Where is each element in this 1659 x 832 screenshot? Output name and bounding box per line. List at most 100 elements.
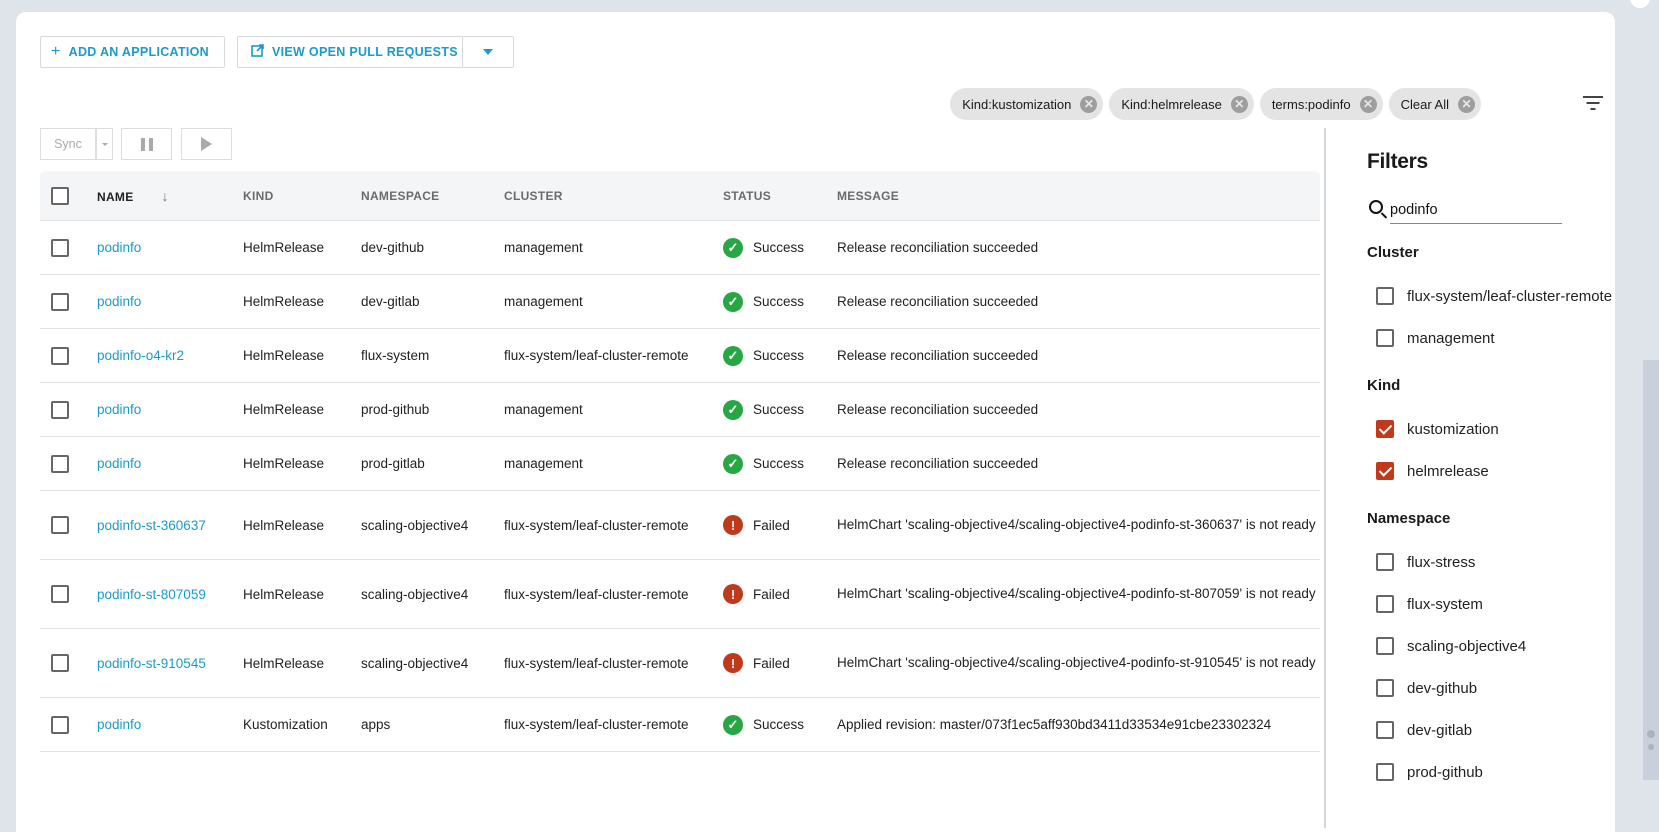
row-name-link[interactable]: podinfo-st-360637 [97, 518, 243, 533]
failed-alert-icon: ! [723, 653, 743, 673]
row-checkbox[interactable] [51, 346, 69, 365]
remove-chip-icon[interactable]: ✕ [1230, 95, 1248, 113]
filter-checkbox[interactable] [1376, 721, 1394, 739]
column-header-cluster[interactable]: CLUSTER [504, 189, 723, 203]
add-application-label: ADD AN APPLICATION [68, 45, 210, 59]
edge-dot [1647, 730, 1655, 738]
search-icon [1369, 200, 1383, 214]
table-row: podinfo HelmRelease dev-gitlab managemen… [40, 275, 1320, 329]
column-header-message[interactable]: MESSAGE [837, 186, 1317, 206]
remove-chip-icon[interactable]: ✕ [1458, 95, 1475, 113]
row-checkbox[interactable] [51, 238, 69, 257]
row-cluster: flux-system/leaf-cluster-remote [504, 586, 689, 602]
view-open-pull-requests-button[interactable]: VIEW OPEN PULL REQUESTS [237, 36, 463, 68]
row-name-link[interactable]: podinfo-st-910545 [97, 656, 243, 671]
filter-search-input[interactable] [1390, 196, 1562, 224]
filter-chip[interactable]: Kind:helmrelease ✕ [1109, 88, 1254, 120]
filter-checkbox[interactable] [1376, 553, 1394, 571]
remove-chip-icon[interactable]: ✕ [1359, 95, 1377, 113]
filter-option[interactable]: prod-github [1367, 751, 1612, 793]
sync-dropdown-button[interactable] [96, 128, 113, 160]
table-row: podinfo-st-910545 HelmRelease scaling-ob… [40, 629, 1320, 698]
filter-checkbox[interactable] [1376, 763, 1394, 781]
sort-arrow-down-icon[interactable]: ↓ [162, 188, 169, 204]
row-checkbox[interactable] [51, 654, 69, 672]
applications-table: NAME ↓ KIND NAMESPACE CLUSTER STATUS MESS… [40, 171, 1320, 752]
filter-checkbox[interactable] [1376, 595, 1394, 613]
row-checkbox[interactable] [51, 715, 69, 734]
table-header: NAME ↓ KIND NAMESPACE CLUSTER STATUS MESS… [40, 171, 1320, 221]
select-all-checkbox[interactable] [51, 186, 69, 205]
filter-checkbox[interactable] [1376, 679, 1394, 697]
column-header-status[interactable]: STATUS [723, 189, 837, 203]
row-status: ✓ Success [723, 237, 837, 258]
column-header-namespace[interactable]: NAMESPACE [361, 189, 504, 203]
resume-button[interactable] [181, 128, 232, 160]
filter-option[interactable]: scaling-objective4 [1367, 625, 1612, 667]
row-name-link[interactable]: podinfo [97, 456, 243, 471]
row-message: Release reconciliation succeeded [837, 347, 1039, 363]
chip-label: Kind:helmrelease [1121, 96, 1222, 112]
row-namespace: scaling-objective4 [361, 517, 469, 533]
row-checkbox[interactable] [51, 454, 69, 473]
filter-option[interactable]: dev-github [1367, 667, 1612, 709]
success-check-icon: ✓ [723, 453, 743, 474]
row-namespace: scaling-objective4 [361, 586, 469, 602]
filter-option-label: dev-github [1407, 679, 1478, 697]
play-icon [201, 137, 212, 151]
filter-checkbox[interactable] [1376, 637, 1394, 655]
filter-option[interactable]: kustomization [1367, 408, 1612, 450]
remove-chip-icon[interactable]: ✕ [1080, 95, 1098, 113]
filter-icon[interactable] [1582, 94, 1604, 114]
filter-option[interactable]: flux-stress [1367, 541, 1612, 583]
row-message: HelmChart 'scaling-objective4/scaling-ob… [837, 586, 1316, 601]
row-cluster: management [504, 456, 583, 471]
plus-icon: + [51, 43, 61, 60]
filter-checkbox[interactable] [1376, 329, 1394, 347]
row-name-link[interactable]: podinfo [97, 240, 243, 255]
clear-all-chip[interactable]: Clear All ✕ [1388, 88, 1481, 120]
row-name-link[interactable]: podinfo-o4-kr2 [97, 348, 243, 363]
filter-checkbox[interactable] [1376, 420, 1394, 438]
row-kind: HelmRelease [243, 456, 325, 471]
filter-search [1367, 196, 1564, 226]
row-name-link[interactable]: podinfo [97, 294, 243, 309]
filter-section-title-cluster: Cluster [1367, 244, 1419, 261]
column-header-kind[interactable]: KIND [243, 189, 361, 203]
pause-icon [139, 137, 155, 151]
filter-option-label: management [1407, 329, 1495, 347]
status-label: Failed [753, 586, 790, 602]
active-filter-chips: Kind:kustomization ✕ Kind:helmrelease ✕ term… [950, 88, 1481, 120]
filter-checkbox[interactable] [1376, 462, 1394, 480]
column-header-name[interactable]: NAME ↓ [97, 188, 243, 204]
filter-option[interactable]: management [1367, 317, 1612, 359]
row-checkbox[interactable] [51, 516, 69, 534]
status-label: Success [753, 240, 805, 255]
pull-requests-dropdown-button[interactable] [462, 36, 514, 68]
filter-option[interactable]: helmrelease [1367, 450, 1612, 492]
sync-button[interactable]: Sync [40, 128, 96, 160]
filter-checkbox[interactable] [1376, 287, 1394, 305]
window-corner [1630, 0, 1650, 8]
filter-option[interactable]: flux-system [1367, 583, 1612, 625]
filter-chip[interactable]: terms:podinfo ✕ [1259, 88, 1383, 120]
row-cluster: management [504, 240, 583, 255]
row-kind: HelmRelease [243, 402, 325, 417]
filter-option[interactable]: flux-system/leaf-cluster-remote [1367, 275, 1612, 317]
table-row: podinfo HelmRelease prod-gitlab manageme… [40, 437, 1320, 491]
filter-option[interactable]: dev-gitlab [1367, 709, 1612, 751]
row-name-link[interactable]: podinfo [97, 402, 243, 417]
row-message: Release reconciliation succeeded [837, 401, 1039, 417]
external-link-icon [251, 44, 264, 60]
row-checkbox[interactable] [51, 292, 69, 311]
view-open-pull-requests-label: VIEW OPEN PULL REQUESTS [272, 45, 458, 59]
add-application-button[interactable]: + ADD AN APPLICATION [40, 36, 225, 68]
filter-chip[interactable]: Kind:kustomization ✕ [950, 88, 1104, 120]
row-name-link[interactable]: podinfo [97, 717, 243, 732]
row-message: Applied revision: master/073f1ec5aff930b… [837, 716, 1272, 732]
row-checkbox[interactable] [51, 400, 69, 419]
filter-section-title-kind: Kind [1367, 377, 1401, 394]
row-checkbox[interactable] [51, 585, 69, 603]
row-name-link[interactable]: podinfo-st-807059 [97, 587, 243, 602]
suspend-button[interactable] [121, 128, 172, 160]
